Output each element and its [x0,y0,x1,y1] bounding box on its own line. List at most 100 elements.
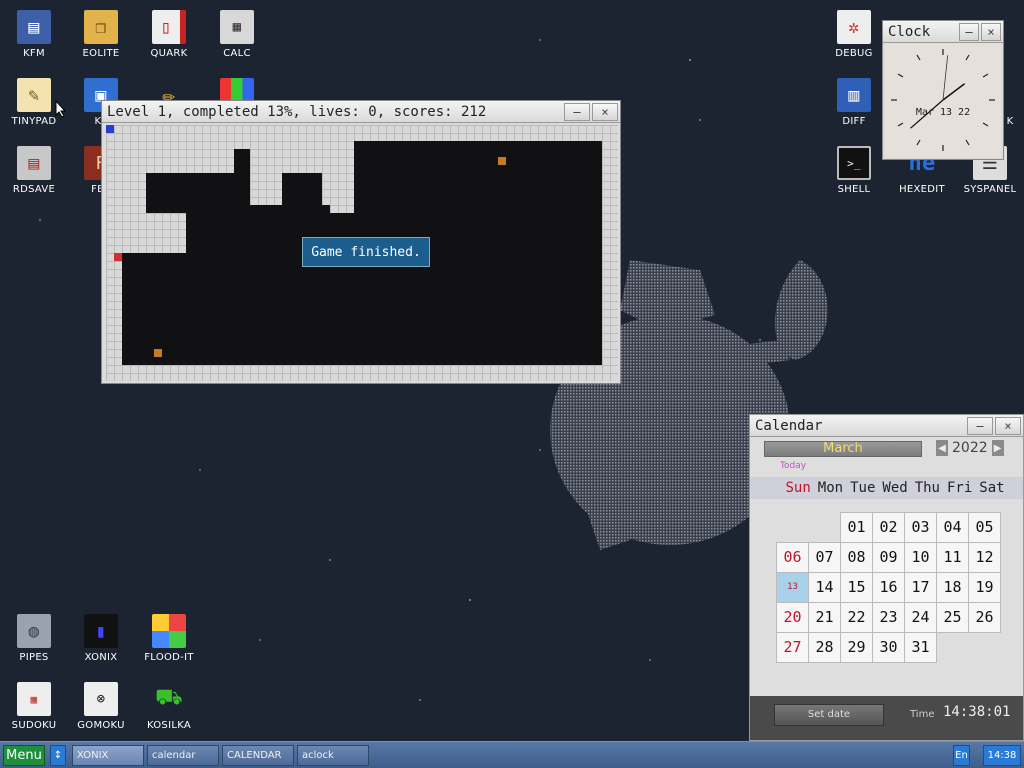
minimize-button[interactable]: – [967,416,993,435]
weekday-label: Tue [850,480,876,496]
calendar-day[interactable]: 19 [968,572,1001,603]
close-button[interactable]: × [981,22,1001,41]
floppy-icon: ▤ [17,10,51,44]
desktop-icon-label: GOMOKU [77,720,125,731]
calendar-day[interactable]: 04 [936,512,969,543]
task-calendar[interactable]: calendar [147,745,219,766]
desktop-icon-eolite[interactable]: ❐ EOLITE [67,10,135,59]
month-selector[interactable]: March [764,441,922,457]
today-link[interactable]: Today [780,461,806,471]
desktop-icon-cube[interactable] [203,78,271,102]
unclaimed-area [322,205,330,213]
bug-icon: ✲ [837,10,871,44]
year-value: 2022 [952,440,988,456]
set-date-button[interactable]: Set date [774,704,884,726]
calendar-titlebar[interactable]: Calendar – × [750,415,1023,437]
calendar-day[interactable]: 15 [840,572,873,603]
unclaimed-area [282,173,322,213]
desktop-icon-pipes[interactable]: ◍ PIPES [0,614,68,663]
calendar-day[interactable]: 17 [904,572,937,603]
desktop-icon-label: RDSAVE [12,184,56,195]
minimize-button[interactable]: – [959,22,979,41]
task-calendar-upper[interactable]: CALENDAR [222,745,294,766]
desktop-icon-kfm[interactable]: ▤ KFM [0,10,68,59]
clock-titlebar[interactable]: Clock – × [883,21,1003,43]
terminal-icon: >_ [837,146,871,180]
calendar-day[interactable]: 31 [904,632,937,663]
calendar-day[interactable]: 29 [840,632,873,663]
desktop-icon-label: KOSILKA [146,720,192,731]
menu-button[interactable]: Menu [3,745,45,766]
weekday-label: Wed [882,480,908,496]
calendar-day[interactable]: 28 [808,632,841,663]
weekday-label: Fri [946,480,973,496]
calendar-day[interactable]: 08 [840,542,873,573]
task-xonix[interactable]: XONIX [72,745,144,766]
desktop-icon-label: PIPES [19,652,49,663]
desktop-icon-label: HEXEDIT [899,184,945,195]
calendar-day[interactable]: 26 [968,602,1001,633]
calendar-day[interactable]: 12 [968,542,1001,573]
close-icon: × [987,24,995,39]
folder-icon: ❐ [84,10,118,44]
calendar-day[interactable]: 16 [872,572,905,603]
calendar-day[interactable]: 13 [776,572,809,603]
weekday-label: Sun [785,480,811,496]
calendar-day[interactable]: 21 [808,602,841,633]
close-button[interactable]: × [995,416,1021,435]
desktop-icon-debug[interactable]: ✲ DEBUG [820,10,888,59]
next-year-button[interactable]: ▶ [991,440,1004,456]
minimize-icon: – [976,418,984,433]
time-value[interactable]: 14:38:01 [943,704,1010,720]
desktop-icon-pencil[interactable]: ✏ [135,78,203,103]
desktop-icon-rdsave[interactable]: ▤ RDSAVE [0,146,68,195]
desktop-icon-shell[interactable]: >_ SHELL [820,146,888,195]
minimize-button[interactable]: – [564,102,590,121]
calendar-day[interactable]: 11 [936,542,969,573]
desktop-icon-xonix[interactable]: ▮ XONIX [67,614,135,663]
calendar-day[interactable]: 18 [936,572,969,603]
cube-icon [220,78,254,102]
calendar-day[interactable]: 09 [872,542,905,573]
desktop-icon-diff[interactable]: ▥ DIFF [820,78,888,127]
calendar-day[interactable]: 20 [776,602,809,633]
calendar-day[interactable]: 01 [840,512,873,543]
calendar-day[interactable]: 03 [904,512,937,543]
calendar-day[interactable]: 27 [776,632,809,663]
calendar-day[interactable]: 14 [808,572,841,603]
prev-year-button[interactable]: ◀ [936,440,948,456]
calendar-day[interactable]: 07 [808,542,841,573]
weekday-label: Sat [979,480,1005,496]
desktop-icon-calc[interactable]: ▦ CALC [203,10,271,59]
ball-enemy [498,157,506,165]
calendar-day[interactable]: 02 [872,512,905,543]
desktop-icon-label: QUARK [150,48,188,59]
desktop-icon-flood-it[interactable]: FLOOD-IT [135,614,203,663]
calendar-day[interactable]: 06 [776,542,809,573]
calendar-day[interactable]: 24 [904,602,937,633]
desktop-icon-label: DIFF [842,116,866,127]
calculator-icon: ▦ [220,10,254,44]
xonix-titlebar[interactable]: Level 1, completed 13%, lives: 0, scores… [102,101,620,123]
desktop-icon-label: FLOOD-IT [144,652,194,663]
desktop-icon-gomoku[interactable]: ⊗ GOMOKU [67,682,135,731]
calendar-day[interactable]: 22 [840,602,873,633]
close-button[interactable]: × [592,102,618,121]
window-title: Calendar [755,417,823,434]
calendar-day[interactable]: 23 [872,602,905,633]
calendar-day[interactable]: 25 [936,602,969,633]
language-indicator[interactable]: En [953,745,970,766]
desktop-icon-quark[interactable]: ▯ QUARK [135,10,203,59]
desktop-icon-sudoku[interactable]: ▦ SUDOKU [0,682,68,731]
taskbar-clock[interactable]: 14:38 [983,745,1021,766]
calendar-day[interactable]: 05 [968,512,1001,543]
desktop-icon-label: KFM [23,48,45,59]
game-field[interactable]: Game finished. [106,125,618,381]
ball-enemy [154,349,162,357]
calendar-day[interactable]: 30 [872,632,905,663]
desktop-icon-kosilka[interactable]: ⛟ KOSILKA [135,682,203,731]
calendar-day[interactable]: 10 [904,542,937,573]
switch-arrow-icon[interactable]: ↕ [50,745,66,766]
time-label: Time [910,709,935,720]
task-aclock[interactable]: aclock [297,745,369,766]
